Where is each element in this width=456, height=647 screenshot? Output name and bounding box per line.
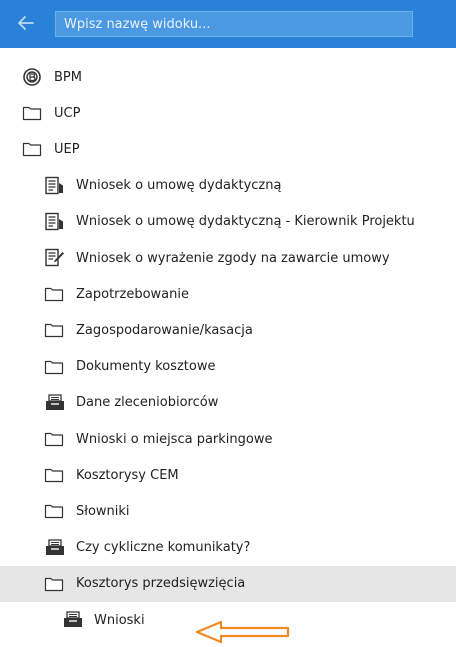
tree-item[interactable]: Dane zleceniobiorców xyxy=(0,385,456,421)
document-form-icon xyxy=(44,176,66,195)
edit-document-icon xyxy=(44,248,66,267)
folder-icon xyxy=(44,466,66,484)
tree-item[interactable]: Dokumenty kosztowe xyxy=(0,349,456,385)
folder-icon xyxy=(44,285,66,303)
tree-item-label: Wnioski o miejsca parkingowe xyxy=(76,431,273,447)
inbox-tray-icon xyxy=(62,611,84,629)
tree-item[interactable]: Słowniki xyxy=(0,493,456,529)
folder-icon xyxy=(44,575,66,593)
tree-item[interactable]: UCP xyxy=(0,95,456,131)
orange-arrow-left-icon xyxy=(195,620,290,644)
tree-item[interactable]: BPM xyxy=(0,59,456,95)
folder-icon xyxy=(44,321,66,339)
tree-item-label: Wniosek o umowę dydaktyczną xyxy=(76,178,282,194)
header-bar xyxy=(0,0,456,48)
inbox-tray-icon xyxy=(44,538,66,557)
search-input[interactable] xyxy=(55,11,413,37)
tree-item[interactable]: UEP xyxy=(0,131,456,167)
tree-item[interactable]: Wniosek o umowę dydaktyczną xyxy=(0,168,456,204)
tree-item[interactable]: Wniosek o wyrażenie zgody na zawarcie um… xyxy=(0,240,456,276)
tree-item-label: UCP xyxy=(54,105,81,121)
folder-icon xyxy=(22,104,44,122)
tree-item-label: Czy cykliczne komunikaty? xyxy=(76,540,251,556)
tree-item[interactable]: Czy cykliczne komunikaty? xyxy=(0,530,456,566)
folder-icon xyxy=(22,140,44,158)
tree-item-label: Kosztorys przedsięwzięcia xyxy=(76,576,246,592)
tree-item-label: UEP xyxy=(54,141,80,157)
tree-item-label: Słowniki xyxy=(76,503,130,519)
tree-item-label: Wnioski xyxy=(94,612,145,628)
tree-item-label: Zagospodarowanie/kasacja xyxy=(76,322,253,338)
document-form-icon xyxy=(44,212,66,231)
tree-item[interactable]: Zapotrzebowanie xyxy=(0,276,456,312)
tree-item[interactable]: Zagospodarowanie/kasacja xyxy=(0,312,456,348)
tree-item[interactable]: Kosztorys przedsięwzięcia xyxy=(0,565,456,602)
tree-item-label: Dane zleceniobiorców xyxy=(76,395,219,411)
folder-icon xyxy=(44,502,66,520)
tree-item-label: Kosztorysy CEM xyxy=(76,467,179,483)
tree-item-label: Wniosek o wyrażenie zgody na zawarcie um… xyxy=(76,250,390,266)
tree-item[interactable]: Kosztorysy CEM xyxy=(0,457,456,493)
inbox-tray-icon xyxy=(44,394,66,412)
folder-icon xyxy=(44,430,66,448)
tree-item[interactable]: Wniosek o umowę dydaktyczną - Kierownik … xyxy=(0,204,456,240)
folder-icon xyxy=(44,358,66,376)
tree-item-label: Dokumenty kosztowe xyxy=(76,359,216,375)
tree-item-label: Wniosek o umowę dydaktyczną - Kierownik … xyxy=(76,214,415,230)
tree-item[interactable]: Wnioski o miejsca parkingowe xyxy=(0,421,456,457)
tree-item-label: Zapotrzebowanie xyxy=(76,286,189,302)
tree-item-label: BPM xyxy=(54,69,82,85)
arrow-left-icon[interactable] xyxy=(14,11,38,35)
bpm-logo-icon xyxy=(22,68,44,86)
